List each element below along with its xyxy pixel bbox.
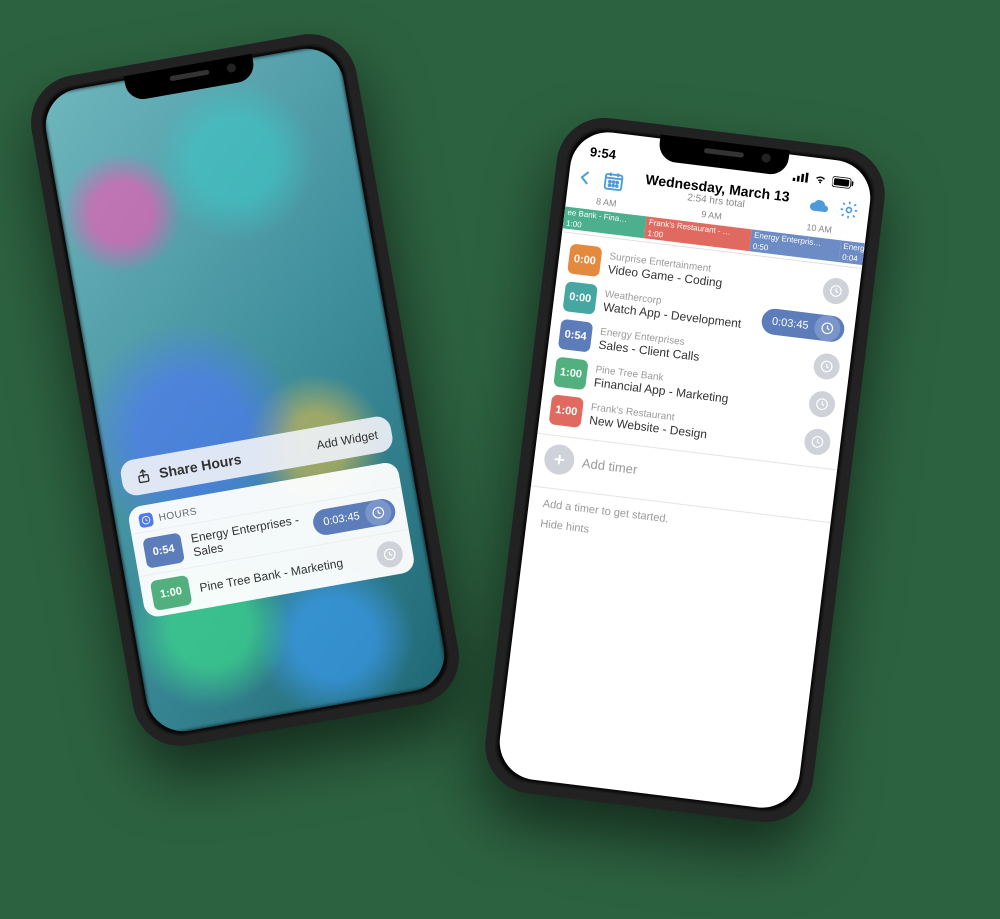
- timer-chip: 0:00: [567, 243, 602, 277]
- status-time: 9:54: [589, 144, 617, 162]
- clock-button[interactable]: [812, 352, 841, 381]
- add-widget-link[interactable]: Add Widget: [315, 428, 379, 453]
- timer-chip: 1:00: [549, 394, 584, 428]
- timer-chip: 0:00: [562, 281, 597, 315]
- clock-button[interactable]: [803, 427, 832, 456]
- signal-icon: [792, 171, 809, 183]
- widget-header-label: HOURS: [158, 506, 198, 524]
- share-label: Share Hours: [158, 451, 243, 481]
- cloud-icon[interactable]: [808, 195, 830, 217]
- share-icon: [134, 467, 153, 486]
- phone-right: 9:54 Wednesday, March 13 2:54 hrs total: [480, 112, 890, 827]
- clock-button[interactable]: [375, 539, 405, 569]
- clock-button[interactable]: [821, 277, 850, 306]
- hour-label: 10 AM: [806, 222, 833, 235]
- hour-label: 9 AM: [701, 209, 723, 221]
- battery-icon: [832, 175, 855, 189]
- plus-icon[interactable]: [543, 443, 576, 476]
- timer-chip: 1:00: [150, 575, 193, 611]
- running-timer-badge[interactable]: 0:03:45: [761, 307, 846, 343]
- calendar-button[interactable]: [578, 164, 627, 193]
- timer-chip: 0:54: [142, 532, 185, 568]
- add-timer-label: Add timer: [581, 455, 638, 477]
- wifi-icon: [812, 172, 829, 186]
- timer-chip: 0:54: [558, 319, 593, 353]
- status-icons: [792, 170, 855, 189]
- hour-label: 8 AM: [595, 196, 617, 208]
- task-list: 0:00Surprise EntertainmentVideo Game - C…: [537, 232, 861, 469]
- wallpaper-blur: [40, 43, 451, 738]
- phone-left: Share Hours Add Widget HOURS 0:54Energy …: [23, 27, 466, 754]
- running-timer-badge[interactable]: 0:03:45: [311, 497, 397, 537]
- timer-chip: 1:00: [553, 357, 588, 391]
- calendar-icon: [601, 168, 626, 193]
- timeline-block[interactable]: Energ…0:04: [838, 240, 866, 265]
- app-screen: 9:54 Wednesday, March 13 2:54 hrs total: [495, 128, 874, 812]
- clock-icon: [813, 314, 842, 343]
- home-screen: Share Hours Add Widget HOURS 0:54Energy …: [40, 43, 451, 738]
- clock-button[interactable]: [808, 390, 837, 419]
- timeline-block[interactable]: ee Bank - Fina…1:00: [563, 206, 647, 238]
- clock-icon: [363, 498, 393, 528]
- gear-icon[interactable]: [838, 198, 860, 220]
- hours-app-icon: [138, 512, 154, 528]
